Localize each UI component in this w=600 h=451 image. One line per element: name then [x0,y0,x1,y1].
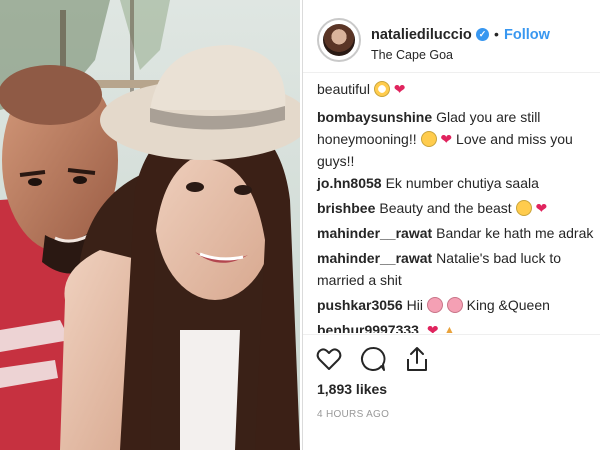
comment-text: Ek number chutiya saala [385,175,539,191]
smile-emoji-icon [373,81,390,97]
username-link[interactable]: nataliediluccio [371,27,472,43]
location-link[interactable]: The Cape Goa [371,48,453,62]
heart-emoji-icon: ❤ [426,322,439,333]
comment-text: honeymooning!! [317,131,417,147]
comment-row: brishbee Beauty and the beast ❤ [317,197,600,219]
comment-row: pushkar3056 Hii King &Queen [317,294,600,316]
heart-emoji-icon: ❤ [393,81,406,97]
post-header: nataliediluccio ✓ • Follow The Cape Goa [303,0,600,73]
comment-row: jo.hn8058 Ek number chutiya saala [317,172,600,194]
comment-text: Glad you are still [436,109,541,125]
comment-icon[interactable] [359,345,387,373]
comment-text: Love and miss you [456,131,573,147]
post-photo[interactable] [0,0,300,450]
heart-emoji-icon: ❤ [440,131,453,147]
grin-emoji-icon [420,131,437,147]
comment-row-continued: honeymooning!! ❤ Love and miss you [317,128,600,150]
comment-text: Hii [406,297,423,313]
comment-row: benhur9997333 ❤ ▲ [317,319,600,333]
heart-emoji-icon: ❤ [535,200,548,216]
comment-username[interactable]: bombaysunshine [317,109,432,125]
comment-text: Bandar ke hath me adrak [436,225,594,241]
comment-text: guys!! [317,153,355,169]
post-timestamp[interactable]: 4 HOURS AGO [317,409,389,420]
share-icon[interactable] [403,345,431,373]
comment-username[interactable]: mahinder__rawat [317,225,432,241]
comment-text: married a shit [317,272,402,288]
pray-emoji-icon: ▲ [442,322,457,333]
comment-text: Natalie's bad luck to [436,250,562,266]
comment-text: beautiful [317,81,370,97]
separator-dot: • [494,26,499,42]
comment-row: bombaysunshine Glad you are still [317,106,600,128]
raising-hand-emoji-icon [446,297,463,313]
comments-list[interactable]: beautiful ❤ bombaysunshine Glad you are s… [303,73,600,333]
heart-icon[interactable] [315,345,343,373]
comment-row-continued: guys!! [317,150,600,172]
comment-text: King &Queen [466,297,550,313]
post-photo-image [0,0,300,450]
raising-hand-emoji-icon [426,297,443,313]
follow-button[interactable]: Follow [504,27,550,43]
comment-username[interactable]: jo.hn8058 [317,175,382,191]
comment-text: Beauty and the beast [379,200,512,216]
verified-badge-icon: ✓ [476,28,489,41]
comment-username[interactable]: benhur9997333 [317,322,419,333]
likes-count[interactable]: 1,893 likes [317,381,387,397]
post-side-panel: nataliediluccio ✓ • Follow The Cape Goa … [302,0,600,450]
wink-emoji-icon [515,200,532,216]
comment-row: mahinder__rawat Bandar ke hath me adrak [317,222,600,244]
profile-avatar[interactable] [317,18,361,62]
comment-row-continued: married a shit [317,269,600,291]
comment-username[interactable]: mahinder__rawat [317,250,432,266]
post-actions: 1,893 likes 4 HOURS AGO [303,334,600,451]
comment-username[interactable]: brishbee [317,200,375,216]
comment-row: mahinder__rawat Natalie's bad luck to [317,247,600,269]
comment-username[interactable]: pushkar3056 [317,297,403,313]
comment-row: beautiful ❤ [317,78,600,100]
